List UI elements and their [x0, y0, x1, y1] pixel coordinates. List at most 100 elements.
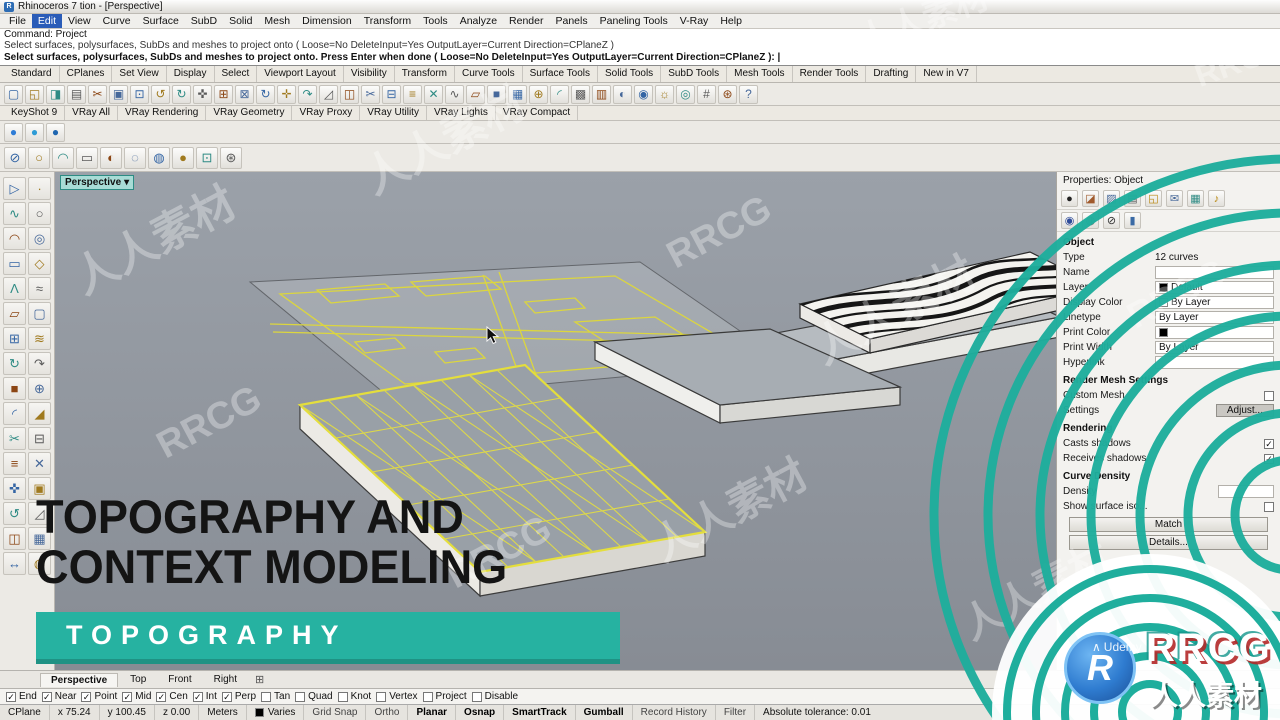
osnap-checkbox-int[interactable]: ✓ — [192, 691, 203, 702]
extrude-icon[interactable]: ⊞ — [3, 327, 26, 350]
material-icon[interactable]: ◉ — [634, 84, 653, 104]
menu-render[interactable]: Render — [503, 14, 549, 28]
mail-tab-icon[interactable]: ✉ — [1166, 190, 1183, 207]
copy-icon[interactable]: ▣ — [109, 84, 128, 104]
command-prompt[interactable]: Select surfaces, polysurfaces, SubDs and… — [0, 51, 1280, 66]
circle-icon[interactable]: ○ — [28, 202, 51, 225]
toolbar-tab-display[interactable]: Display — [167, 66, 215, 82]
cut-icon[interactable]: ✂ — [88, 84, 107, 104]
rotate-icon[interactable]: ↺ — [3, 502, 26, 525]
osnap-checkbox-mid[interactable]: ✓ — [122, 691, 133, 702]
viewport-tab-front[interactable]: Front — [158, 673, 201, 687]
status-cell-cplane[interactable]: CPlane — [0, 705, 50, 720]
dimension-icon[interactable]: ↔ — [3, 552, 26, 575]
vray-tab-vray-rendering[interactable]: VRay Rendering — [118, 106, 207, 120]
wireframe-mode-icon[interactable]: ◌ — [124, 146, 146, 169]
select-icon[interactable]: ▷ — [3, 177, 26, 200]
custom-mesh-checkbox[interactable] — [1264, 390, 1274, 401]
details-button[interactable]: Details... — [1069, 535, 1268, 550]
rectangle-icon[interactable]: ▭ — [3, 252, 26, 275]
chamfer-icon[interactable]: ◢ — [28, 402, 51, 425]
move-icon[interactable]: ✛ — [277, 84, 296, 104]
osnap-checkbox-end[interactable]: ✓ — [6, 691, 16, 702]
toolbar-tab-standard[interactable]: Standard — [4, 66, 60, 82]
join-icon[interactable]: ≡ — [3, 452, 26, 475]
property-control-name[interactable] — [1155, 266, 1274, 279]
folder-tab-icon[interactable]: ◱ — [1145, 190, 1162, 207]
osnap-vertex[interactable]: Vertex — [376, 691, 418, 702]
vray-render-icon[interactable]: ● — [25, 122, 44, 142]
osnap-checkbox-project[interactable] — [422, 691, 433, 702]
toolbar-tab-subd-tools[interactable]: SubD Tools — [661, 66, 728, 82]
mirror-icon[interactable]: ◫ — [340, 84, 359, 104]
toolbar-tab-visibility[interactable]: Visibility — [344, 66, 395, 82]
layers-icon[interactable]: ▥ — [592, 84, 611, 104]
ghosted-mode-icon[interactable]: ◍ — [148, 146, 170, 169]
property-control-hyperlink[interactable] — [1155, 356, 1274, 369]
nodraw-sub-icon[interactable]: ⊘ — [1103, 212, 1120, 229]
help-icon[interactable]: ? — [739, 84, 758, 104]
vray-tab-keyshot-9[interactable]: KeyShot 9 — [4, 106, 66, 120]
toolbar-tab-mesh-tools[interactable]: Mesh Tools — [727, 66, 793, 82]
boolean-tools-icon[interactable]: ⊕ — [529, 84, 548, 104]
explode-icon[interactable]: ✕ — [424, 84, 443, 104]
join-icon[interactable]: ≡ — [403, 84, 422, 104]
arc-icon[interactable]: ◠ — [3, 227, 26, 250]
toolbar-tab-solid-tools[interactable]: Solid Tools — [598, 66, 662, 82]
toolbar-tab-transform[interactable]: Transform — [395, 66, 455, 82]
arc-tool-icon[interactable]: ◠ — [52, 146, 74, 169]
osnap-knot[interactable]: Knot — [337, 691, 371, 702]
freeform-icon[interactable]: ≈ — [28, 277, 51, 300]
curve-icon[interactable]: ∿ — [3, 202, 26, 225]
show-iso-checkbox[interactable] — [1264, 501, 1274, 512]
osnap-checkbox-quad[interactable] — [295, 691, 306, 702]
toolbar-tab-select[interactable]: Select — [215, 66, 258, 82]
object-tab-icon[interactable]: ● — [1061, 190, 1078, 207]
osnap-checkbox-tan[interactable] — [261, 691, 272, 702]
page-tab-icon[interactable]: ▤ — [1124, 190, 1141, 207]
print-icon[interactable]: ▤ — [67, 84, 86, 104]
fillet-icon[interactable]: ◜ — [550, 84, 569, 104]
menu-tools[interactable]: Tools — [417, 14, 454, 28]
osnap-checkbox-cen[interactable]: ✓ — [156, 691, 167, 702]
boolean-icon[interactable]: ⊕ — [28, 377, 51, 400]
surface-tools-icon[interactable]: ▱ — [466, 84, 485, 104]
grid-tab-icon[interactable]: ▦ — [1187, 190, 1204, 207]
grid-icon[interactable]: # — [697, 84, 716, 104]
property-control-print-color[interactable] — [1155, 326, 1274, 339]
polyline-icon[interactable]: Λ — [3, 277, 26, 300]
adjust-button[interactable]: Adjust... — [1215, 404, 1274, 417]
menu-paneling-tools[interactable]: Paneling Tools — [594, 14, 674, 28]
osnap-point[interactable]: ✓ Point — [81, 691, 117, 702]
display-mode-icon[interactable]: ◐ — [613, 84, 632, 104]
command-area[interactable]: Command: Project Select surfaces, polysu… — [0, 29, 1280, 66]
toolbar-tab-curve-tools[interactable]: Curve Tools — [455, 66, 523, 82]
rendered-mode-icon[interactable]: ● — [172, 146, 194, 169]
material-tab-icon[interactable]: ◪ — [1082, 190, 1099, 207]
menu-transform[interactable]: Transform — [358, 14, 417, 28]
receives-shadows-checkbox[interactable]: ✓ — [1264, 453, 1274, 464]
osnap-checkbox-knot[interactable] — [337, 691, 348, 702]
toolbar-tab-set-view[interactable]: Set View — [112, 66, 167, 82]
osnap-disable[interactable]: Disable — [471, 691, 518, 702]
toggle-record-history[interactable]: Record History — [633, 705, 716, 720]
viewport-tab-perspective[interactable]: Perspective — [40, 672, 119, 687]
point-icon[interactable]: ∙ — [28, 177, 51, 200]
array-icon[interactable]: ▩ — [571, 84, 590, 104]
osnap-near[interactable]: ✓ Near — [41, 691, 76, 702]
loft-icon[interactable]: ≋ — [28, 327, 51, 350]
zoom-extents-icon[interactable]: ⊠ — [235, 84, 254, 104]
revolve-icon[interactable]: ↻ — [3, 352, 26, 375]
menu-file[interactable]: File — [3, 14, 32, 28]
menu-solid[interactable]: Solid — [223, 14, 258, 28]
property-control-layer[interactable]: Default — [1155, 281, 1274, 294]
osnap-checkbox-point[interactable]: ✓ — [81, 691, 92, 702]
surface-icon[interactable]: ▱ — [3, 302, 26, 325]
plane-icon[interactable]: ▢ — [28, 302, 51, 325]
perspective-viewport[interactable]: Perspective ▾ — [55, 172, 1056, 670]
osnap-cen[interactable]: ✓ Cen — [156, 691, 188, 702]
osnap-perp[interactable]: ✓ Perp — [221, 691, 256, 702]
move-icon[interactable]: ✜ — [3, 477, 26, 500]
menu-view[interactable]: View — [62, 14, 97, 28]
solid-tools-icon[interactable]: ■ — [487, 84, 506, 104]
